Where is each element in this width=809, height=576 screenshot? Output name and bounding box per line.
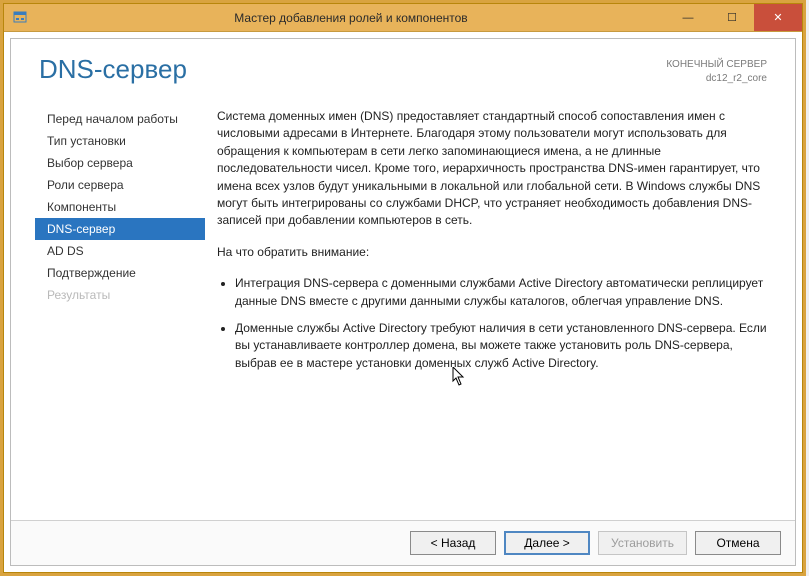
notes-title: На что обратить внимание: — [217, 244, 767, 261]
wizard-window: Мастер добавления ролей и компонентов — … — [3, 3, 803, 573]
app-icon — [10, 8, 30, 28]
wizard-content: Система доменных имен (DNS) предоставляе… — [205, 96, 767, 512]
destination-server-name: dc12_r2_core — [666, 72, 767, 86]
minimize-button[interactable]: — — [666, 4, 710, 31]
sidebar-item-dns-server[interactable]: DNS-сервер — [35, 218, 205, 240]
titlebar: Мастер добавления ролей и компонентов — … — [4, 4, 802, 32]
wizard-inner: DNS-сервер КОНЕЧНЫЙ СЕРВЕР dc12_r2_core … — [10, 38, 796, 566]
sidebar-item-server-selection[interactable]: Выбор сервера — [35, 152, 205, 174]
sidebar-item-installation-type[interactable]: Тип установки — [35, 130, 205, 152]
cancel-button[interactable]: Отмена — [695, 531, 781, 555]
notes-item: Доменные службы Active Directory требуют… — [235, 320, 767, 372]
back-button[interactable]: < Назад — [410, 531, 496, 555]
page-title: DNS-сервер — [39, 55, 187, 84]
notes-list: Интеграция DNS-сервера с доменными служб… — [217, 275, 767, 372]
sidebar-item-server-roles[interactable]: Роли сервера — [35, 174, 205, 196]
wizard-header: DNS-сервер КОНЕЧНЫЙ СЕРВЕР dc12_r2_core — [11, 39, 795, 96]
destination-server-label: КОНЕЧНЫЙ СЕРВЕР — [666, 58, 767, 72]
notes-item: Интеграция DNS-сервера с доменными служб… — [235, 275, 767, 310]
wizard-footer: < Назад Далее > Установить Отмена — [11, 520, 795, 565]
wizard-body: Перед началом работы Тип установки Выбор… — [11, 96, 795, 520]
sidebar-item-results: Результаты — [35, 284, 205, 306]
sidebar-item-ad-ds[interactable]: AD DS — [35, 240, 205, 262]
description-paragraph: Система доменных имен (DNS) предоставляе… — [217, 108, 767, 230]
sidebar-item-features[interactable]: Компоненты — [35, 196, 205, 218]
install-button: Установить — [598, 531, 687, 555]
maximize-button[interactable]: ☐ — [710, 4, 754, 31]
sidebar-item-before-you-begin[interactable]: Перед началом работы — [35, 108, 205, 130]
wizard-sidebar: Перед началом работы Тип установки Выбор… — [35, 96, 205, 512]
close-button[interactable]: ✕ — [754, 4, 802, 31]
window-controls: — ☐ ✕ — [666, 4, 802, 31]
sidebar-item-confirmation[interactable]: Подтверждение — [35, 262, 205, 284]
window-title: Мастер добавления ролей и компонентов — [36, 11, 666, 25]
destination-server-info: КОНЕЧНЫЙ СЕРВЕР dc12_r2_core — [666, 55, 767, 86]
next-button[interactable]: Далее > — [504, 531, 590, 555]
